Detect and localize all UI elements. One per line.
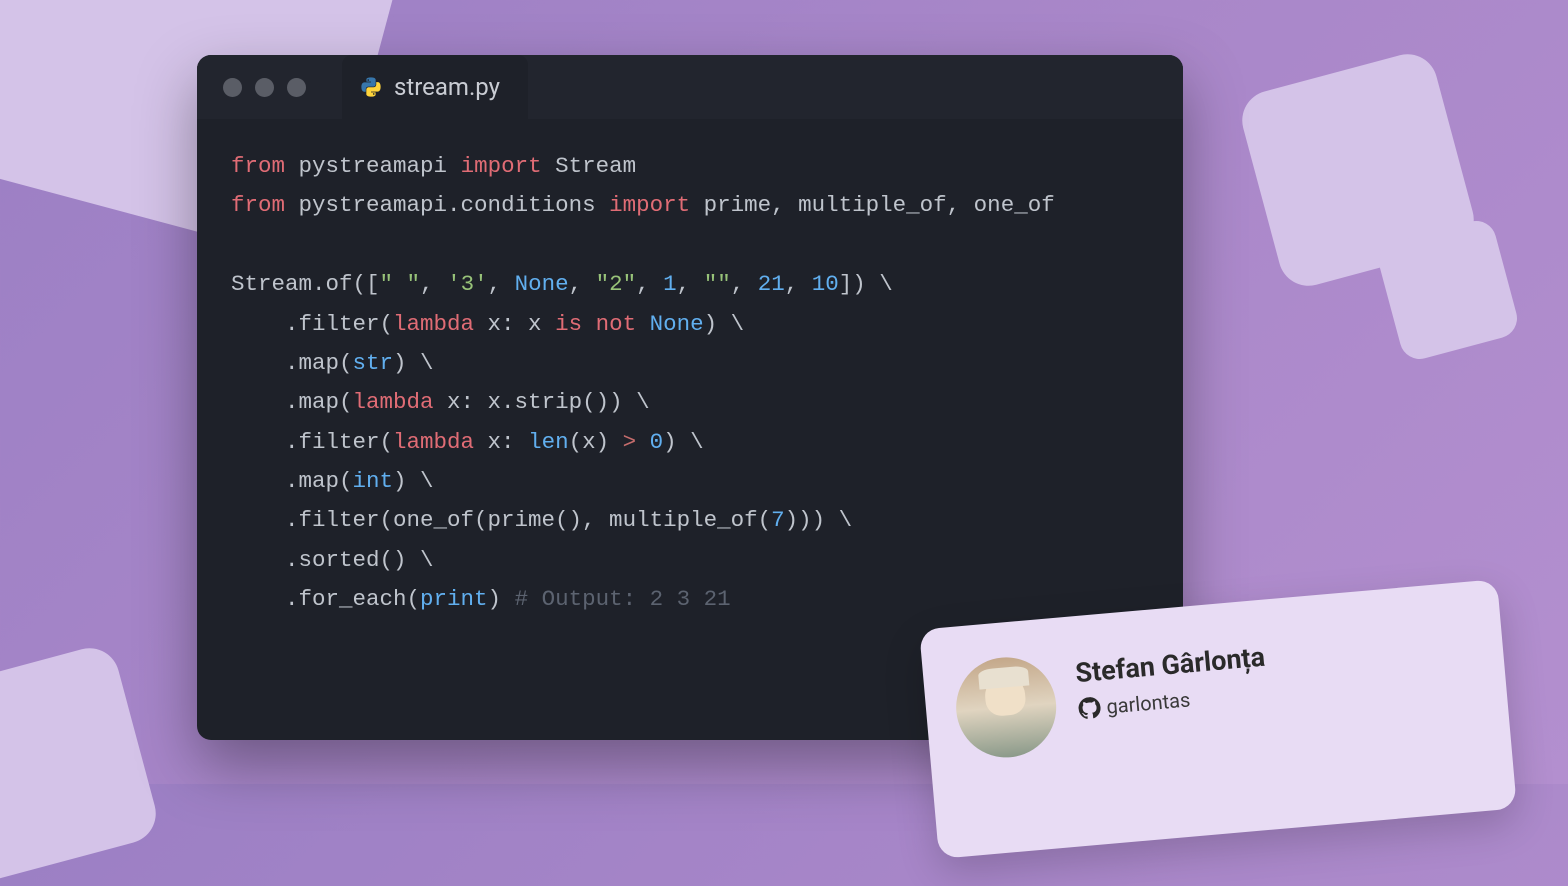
tab-filename: stream.py — [394, 73, 500, 101]
github-icon — [1078, 696, 1102, 720]
file-tab[interactable]: stream.py — [342, 55, 528, 119]
avatar — [952, 653, 1060, 761]
maximize-dot[interactable] — [287, 78, 306, 97]
author-handle: garlontas — [1078, 681, 1270, 721]
author-name: Stefan Gârlonța — [1074, 641, 1266, 689]
minimize-dot[interactable] — [255, 78, 274, 97]
code-content: from pystreamapi import Stream from pyst… — [197, 119, 1183, 648]
window-controls — [197, 78, 342, 97]
author-info: Stefan Gârlonța garlontas — [1074, 635, 1270, 721]
titlebar: stream.py — [197, 55, 1183, 119]
python-icon — [360, 76, 382, 98]
github-handle: garlontas — [1105, 687, 1191, 718]
author-card: Stefan Gârlonța garlontas — [919, 579, 1517, 859]
close-dot[interactable] — [223, 78, 242, 97]
bg-decoration — [0, 642, 162, 886]
